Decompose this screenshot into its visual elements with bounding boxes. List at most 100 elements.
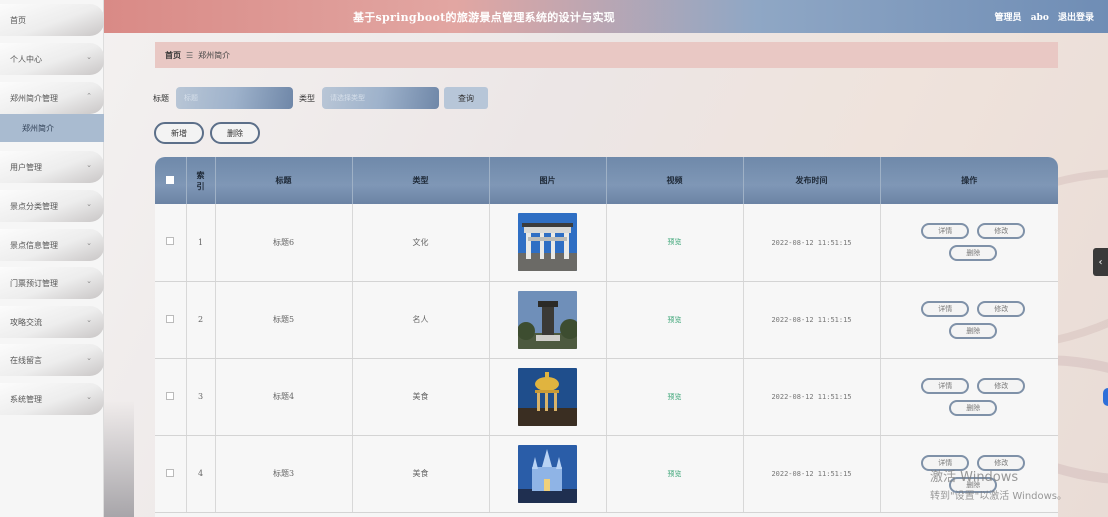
table-header-row: 索引 标题 类型 图片 视频 发布时间 操作 [155,157,1058,204]
top-header: 基于springboot的旅游景点管理系统的设计与实现 管理员 abo 退出登录 [104,0,1108,33]
cell-actions: 详情 修改 删除 [880,358,1058,436]
cell-index: 1 [186,204,216,282]
detail-button[interactable]: 详情 [921,223,970,240]
sidebar-item-label: 郑州简介管理 [10,93,58,103]
cell-title: 标题5 [215,281,353,359]
floating-assist-icon[interactable] [1103,388,1108,406]
title-search-input[interactable] [176,87,293,109]
cell-index: 4 [186,435,216,513]
video-preview-link[interactable]: 预览 [668,470,682,478]
user-role: 管理员 [994,13,1022,23]
sidebar-item-label: 用户管理 [10,162,42,172]
sidebar-item-ticket-booking[interactable]: 门票预订管理 ⌄ [0,267,104,299]
cell-actions: 详情 修改 删除 [880,281,1058,359]
sidebar-item-label: 系统管理 [10,394,42,404]
video-preview-link[interactable]: 预览 [668,316,682,324]
username: abo [1030,13,1049,23]
column-header-type: 类型 [352,157,490,204]
data-table: 索引 标题 类型 图片 视频 发布时间 操作 1 标题6 文化 预览 2022-… [155,157,1058,517]
cell-index: 2 [186,281,216,359]
user-area: 管理员 abo 退出登录 [989,10,1094,23]
breadcrumb: 首页 ☰ 郑州简介 [155,42,1058,68]
sidebar-item-system[interactable]: 系统管理 ⌄ [0,383,104,415]
search-button[interactable]: 查询 [444,87,488,109]
type-select[interactable] [322,87,439,109]
menu-icon: ☰ [186,50,194,60]
sidebar-item-label: 景点信息管理 [10,240,58,250]
row-checkbox[interactable] [155,358,187,436]
sidebar-item-profile[interactable]: 个人中心 ⌄ [0,43,104,75]
logout-link[interactable]: 退出登录 [1058,13,1094,23]
sidebar-item-label: 个人中心 [10,54,42,64]
archway-photo[interactable] [518,213,577,272]
chevron-down-icon: ⌄ [86,161,92,169]
pavilion-photo[interactable] [518,367,577,426]
sidebar-item-label: 景点分类管理 [10,201,58,211]
row-delete-button[interactable]: 删除 [949,245,998,262]
select-all-checkbox[interactable] [155,157,187,204]
column-header-video: 视频 [606,157,744,204]
monument-photo[interactable] [518,290,577,349]
row-delete-button[interactable]: 删除 [949,322,998,339]
sidebar-item-spot-category[interactable]: 景点分类管理 ⌄ [0,190,104,222]
cell-type: 名人 [352,281,490,359]
column-header-actions: 操作 [961,175,978,185]
chevron-down-icon: ⌄ [86,277,92,285]
cell-video: 预览 [606,435,744,513]
cell-type: 文化 [352,204,490,282]
video-preview-link[interactable]: 预览 [668,238,682,246]
edit-button[interactable]: 修改 [977,223,1026,240]
delete-button[interactable]: 删除 [210,122,260,144]
edit-button[interactable]: 修改 [977,377,1026,394]
sidebar-item-label: 门票预订管理 [10,278,58,288]
row-checkbox[interactable] [155,204,187,282]
breadcrumb-home[interactable]: 首页 [165,50,181,61]
app-title: 基于springboot的旅游景点管理系统的设计与实现 [352,11,616,24]
cell-title: 标题4 [215,358,353,436]
chevron-down-icon: ⌄ [86,393,92,401]
castle-photo[interactable] [518,444,577,503]
cell-image [489,358,607,436]
add-button[interactable]: 新增 [154,122,204,144]
row-delete-button[interactable]: 删除 [949,399,998,416]
video-preview-link[interactable]: 预览 [668,393,682,401]
cell-type: 美食 [352,435,490,513]
sidebar-item-messages[interactable]: 在线留言 ⌄ [0,344,104,376]
table-row: 1 标题6 文化 预览 2022-08-12 11:51:15 详情 修改 删除 [155,204,1058,282]
cell-image [489,204,607,282]
windows-activation-watermark: 激活 Windows 转到"设置"以激活 Windows。 [930,470,1068,502]
cell-video: 预览 [606,281,744,359]
table-row: 3 标题4 美食 预览 2022-08-12 11:51:15 详情 修改 删除 [155,358,1058,436]
cell-publish-time: 2022-08-12 11:51:15 [743,204,881,282]
sidebar-item-spot-info[interactable]: 景点信息管理 ⌄ [0,229,104,261]
row-checkbox[interactable] [155,435,187,513]
sidebar-item-label: 在线留言 [10,355,42,365]
background-decoration [104,400,134,517]
cell-image [489,281,607,359]
collapse-arrow-icon[interactable]: ‹ [1093,248,1108,276]
table-row: 2 标题5 名人 预览 2022-08-12 11:51:15 详情 修改 删除 [155,281,1058,359]
column-header-publish-time: 发布时间 [743,157,881,204]
chevron-down-icon: ⌄ [86,200,92,208]
column-header-image: 图片 [489,157,607,204]
sidebar-subitem-zhengzhou-intro[interactable]: 郑州简介 [0,114,104,142]
row-checkbox[interactable] [155,281,187,359]
sidebar: 首页 个人中心 ⌄ 郑州简介管理 ⌃ 郑州简介 用户管理 ⌄ 景点分类管理 ⌄ … [0,0,104,517]
detail-button[interactable]: 详情 [921,377,970,394]
sidebar-subitem-label: 郑州简介 [22,123,54,133]
cell-index: 3 [186,358,216,436]
chevron-down-icon: ⌄ [86,354,92,362]
chevron-down-icon: ⌄ [86,239,92,247]
cell-publish-time: 2022-08-12 11:51:15 [743,281,881,359]
chevron-down-icon: ⌄ [86,316,92,324]
sidebar-item-users[interactable]: 用户管理 ⌄ [0,151,104,183]
edit-button[interactable]: 修改 [977,300,1026,317]
detail-button[interactable]: 详情 [921,300,970,317]
cell-publish-time: 2022-08-12 11:51:15 [743,358,881,436]
cell-type: 美食 [352,358,490,436]
sidebar-item-home[interactable]: 首页 [0,4,104,36]
sidebar-item-zhengzhou-intro-mgmt[interactable]: 郑州简介管理 ⌃ [0,82,104,114]
sidebar-item-guides[interactable]: 攻略交流 ⌄ [0,306,104,338]
cell-video: 预览 [606,358,744,436]
table-row: 4 标题3 美食 预览 2022-08-12 11:51:15 详情 修改 删除 [155,435,1058,513]
